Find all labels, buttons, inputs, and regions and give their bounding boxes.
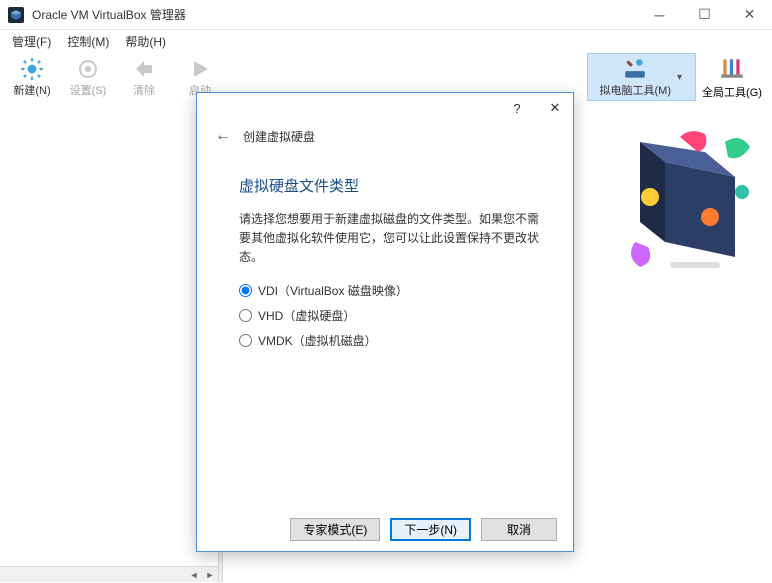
global-tools-icon — [719, 55, 745, 84]
radio-vhd[interactable]: VHD（虚拟硬盘） — [239, 307, 545, 324]
radio-vhd-input[interactable] — [239, 309, 252, 322]
vm-tools-label: 拟电脑工具(M) — [600, 82, 672, 98]
window-title: Oracle VM VirtualBox 管理器 — [32, 6, 637, 23]
dialog-titlebar: ? ✕ — [197, 93, 573, 123]
global-tools-label: 全局工具(G) — [702, 84, 762, 100]
radio-vdi-input[interactable] — [239, 284, 252, 297]
scroll-right-icon[interactable]: ► — [202, 567, 218, 583]
radio-vmdk-input[interactable] — [239, 334, 252, 347]
menubar: 管理(F) 控制(M) 帮助(H) — [0, 30, 772, 52]
radio-vmdk[interactable]: VMDK（虚拟机磁盘） — [239, 332, 545, 349]
menu-manage[interactable]: 管理(F) — [4, 31, 59, 52]
start-icon — [188, 56, 212, 82]
menu-help[interactable]: 帮助(H) — [117, 31, 174, 52]
section-title: 虚拟硬盘文件类型 — [239, 175, 545, 196]
next-button[interactable]: 下一步(N) — [390, 518, 471, 541]
titlebar: Oracle VM VirtualBox 管理器 ─ ☐ ✕ — [0, 0, 772, 30]
discard-label: 清除 — [133, 82, 155, 98]
chevron-down-icon[interactable]: ▾ — [677, 72, 689, 83]
scroll-left-icon[interactable]: ◄ — [186, 567, 202, 583]
dialog-footer: 专家模式(E) 下一步(N) 取消 — [197, 507, 573, 551]
new-button[interactable]: 新建(N) — [4, 53, 60, 101]
settings-button: 设置(S) — [60, 53, 116, 101]
window-controls: ─ ☐ ✕ — [637, 0, 772, 30]
settings-label: 设置(S) — [70, 82, 107, 98]
minimize-button[interactable]: ─ — [637, 0, 682, 30]
disk-type-radios: VDI（VirtualBox 磁盘映像） VHD（虚拟硬盘） VMDK（虚拟机磁… — [239, 282, 545, 349]
radio-vdi[interactable]: VDI（VirtualBox 磁盘映像） — [239, 282, 545, 299]
dialog-header: ← 创建虚拟硬盘 — [197, 123, 573, 155]
radio-vdi-label: VDI（VirtualBox 磁盘映像） — [258, 282, 408, 299]
close-button[interactable]: ✕ — [727, 0, 772, 30]
menu-control[interactable]: 控制(M) — [59, 31, 117, 52]
dialog-body: 虚拟硬盘文件类型 请选择您想要用于新建虚拟磁盘的文件类型。如果您不需要其他虚拟化… — [197, 155, 573, 349]
maximize-button[interactable]: ☐ — [682, 0, 727, 30]
section-description: 请选择您想要用于新建虚拟磁盘的文件类型。如果您不需要其他虚拟化软件使用它，您可以… — [239, 210, 545, 268]
gear-icon — [76, 56, 100, 82]
virtualbox-illustration — [610, 122, 760, 292]
radio-vmdk-label: VMDK（虚拟机磁盘） — [258, 332, 377, 349]
dialog-title: 创建虚拟硬盘 — [243, 128, 315, 145]
global-tools-button[interactable]: 全局工具(G) — [696, 53, 768, 101]
new-label: 新建(N) — [13, 82, 50, 98]
app-icon — [8, 7, 24, 23]
vm-tools-tab[interactable]: 拟电脑工具(M) ▾ — [587, 53, 697, 101]
vm-list-panel: ◄ ► — [0, 102, 218, 582]
back-arrow-icon[interactable]: ← — [215, 127, 231, 145]
dialog-close-button[interactable]: ✕ — [545, 98, 565, 118]
create-disk-dialog: ? ✕ ← 创建虚拟硬盘 虚拟硬盘文件类型 请选择您想要用于新建虚拟磁盘的文件类… — [196, 92, 574, 552]
horizontal-scrollbar[interactable]: ◄ ► — [0, 566, 218, 582]
discard-button: 清除 — [116, 53, 172, 101]
tools-icon — [622, 56, 648, 82]
help-button[interactable]: ? — [507, 98, 527, 118]
discard-icon — [132, 56, 156, 82]
radio-vhd-label: VHD（虚拟硬盘） — [258, 307, 355, 324]
cancel-button[interactable]: 取消 — [481, 518, 557, 541]
expert-mode-button[interactable]: 专家模式(E) — [290, 518, 380, 541]
sun-icon — [19, 56, 45, 82]
